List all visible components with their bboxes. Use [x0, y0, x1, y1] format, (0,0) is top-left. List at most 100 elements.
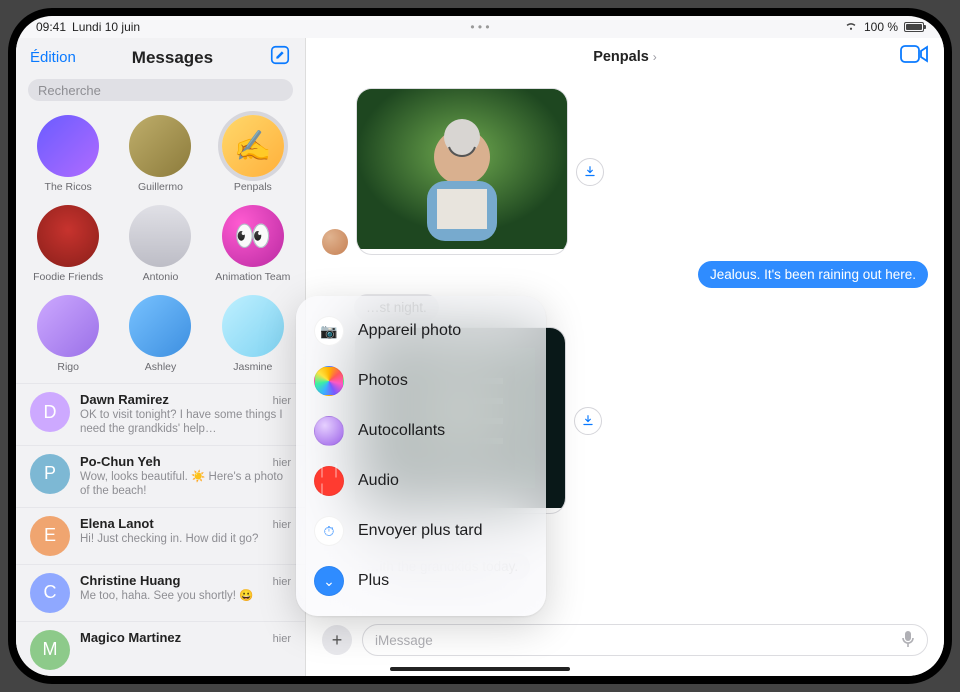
conversation-name: Magico Martinezhier — [80, 630, 291, 645]
pinned-grid: The Ricos Guillermo ✍️ Penpals Foodie Fr… — [16, 109, 305, 383]
multitask-dots[interactable]: • • • — [470, 20, 489, 34]
pinned-avatar — [37, 295, 99, 357]
pinned-label: Ashley — [145, 361, 177, 373]
stickers-icon — [314, 416, 344, 446]
message-incoming-photo[interactable] — [322, 88, 928, 255]
pinned-label: Antonio — [143, 271, 179, 283]
conversation-time: hier — [273, 395, 291, 407]
pinned-avatar — [129, 295, 191, 357]
pinned-avatar — [37, 115, 99, 177]
chat-title: Penpals — [593, 49, 649, 65]
pinned-label: Guillermo — [138, 181, 183, 193]
battery-icon — [904, 22, 924, 32]
attachments-plus-button[interactable]: + — [322, 625, 352, 655]
menu-item-audio[interactable]: ｜｜｜ Audio — [304, 456, 538, 506]
conversation-preview: Me too, haha. See you shortly! 😀 — [80, 589, 291, 603]
conversation-row[interactable]: M Magico Martinezhier — [16, 621, 305, 677]
chat-header[interactable]: Penpals › — [306, 38, 944, 76]
menu-item-stickers[interactable]: Autocollants — [304, 406, 538, 456]
pinned-label: Foodie Friends — [33, 271, 103, 283]
conversation-preview: Hi! Just checking in. How did it go? — [80, 532, 291, 546]
pinned-avatar — [222, 295, 284, 357]
pinned-conversation[interactable]: Rigo — [24, 295, 112, 373]
pinned-conversation[interactable]: Ashley — [116, 295, 204, 373]
facetime-button[interactable] — [900, 44, 928, 69]
pinned-label: The Ricos — [45, 181, 92, 193]
sidebar-title: Messages — [132, 48, 213, 68]
conversation-time: hier — [273, 633, 291, 645]
audio-icon: ｜｜｜ — [314, 466, 344, 496]
pinned-avatar: ✍️ — [222, 115, 284, 177]
list-avatar: D — [30, 392, 70, 432]
chevron-right-icon: › — [653, 50, 657, 64]
pinned-label: Rigo — [57, 361, 79, 373]
menu-item-label: Audio — [358, 472, 399, 490]
attachments-popover: 📷 Appareil photo Photos Autocollants ｜｜｜… — [296, 296, 546, 616]
photos-icon — [314, 366, 344, 396]
conversation-preview: Wow, looks beautiful. ☀️ Here's a photo … — [80, 470, 291, 499]
menu-item-label: Photos — [358, 372, 408, 390]
conversation-row[interactable]: D Dawn Ramirezhier OK to visit tonight? … — [16, 383, 305, 445]
list-avatar: P — [30, 454, 70, 494]
pinned-conversation[interactable]: 👀 Animation Team — [209, 205, 297, 283]
home-indicator[interactable] — [390, 667, 570, 671]
camera-icon: 📷 — [314, 316, 344, 346]
list-avatar: M — [30, 630, 70, 670]
pinned-conversation[interactable]: Foodie Friends — [24, 205, 112, 283]
dictation-icon[interactable] — [901, 630, 915, 651]
pinned-conversation[interactable]: Guillermo — [116, 115, 204, 193]
pinned-conversation[interactable]: ✍️ Penpals — [209, 115, 297, 193]
battery-pct: 100 % — [864, 20, 898, 34]
menu-item-label: Envoyer plus tard — [358, 522, 483, 540]
message-placeholder: iMessage — [375, 633, 433, 648]
pinned-avatar: 👀 — [222, 205, 284, 267]
pinned-conversation[interactable]: The Ricos — [24, 115, 112, 193]
menu-item-label: Appareil photo — [358, 322, 461, 340]
pinned-avatar — [129, 205, 191, 267]
more-icon: ⌄ — [314, 566, 344, 596]
pinned-label: Jasmine — [233, 361, 272, 373]
conversation-row[interactable]: E Elena Lanothier Hi! Just checking in. … — [16, 507, 305, 564]
pinned-avatar — [37, 205, 99, 267]
menu-item-more[interactable]: ⌄ Plus — [304, 556, 538, 606]
pinned-conversation[interactable]: Jasmine — [209, 295, 297, 373]
conversation-preview: OK to visit tonight? I have some things … — [80, 408, 291, 437]
conversation-name: Dawn Ramirezhier — [80, 392, 291, 407]
photo-attachment[interactable] — [356, 88, 568, 255]
save-photo-button[interactable] — [576, 158, 604, 186]
conversation-time: hier — [273, 519, 291, 531]
menu-item-label: Autocollants — [358, 422, 445, 440]
menu-item-camera[interactable]: 📷 Appareil photo — [304, 306, 538, 356]
list-avatar: C — [30, 573, 70, 613]
bubble-outgoing: Jealous. It's been raining out here. — [698, 261, 928, 288]
pinned-label: Penpals — [234, 181, 272, 193]
pinned-conversation[interactable]: Antonio — [116, 205, 204, 283]
conversation-row[interactable]: C Christine Huanghier Me too, haha. See … — [16, 564, 305, 621]
menu-item-send-later[interactable]: ⏱ Envoyer plus tard — [304, 506, 538, 556]
message-input[interactable]: iMessage — [362, 624, 928, 656]
wifi-icon — [844, 20, 858, 34]
menu-item-photos[interactable]: Photos — [304, 356, 538, 406]
conversation-name: Elena Lanothier — [80, 516, 291, 531]
save-photo-button[interactable] — [574, 407, 602, 435]
pinned-avatar — [129, 115, 191, 177]
conversation-name: Po-Chun Yehhier — [80, 454, 291, 469]
conversation-row[interactable]: P Po-Chun Yehhier Wow, looks beautiful. … — [16, 445, 305, 507]
conversation-name: Christine Huanghier — [80, 573, 291, 588]
search-placeholder: Recherche — [38, 83, 101, 98]
device-frame: 09:41 Lundi 10 juin • • • 100 % Édition … — [8, 8, 952, 684]
status-date: Lundi 10 juin — [72, 20, 140, 34]
status-bar: 09:41 Lundi 10 juin • • • 100 % — [16, 16, 944, 38]
sender-avatar[interactable] — [322, 229, 348, 255]
conversation-list: D Dawn Ramirezhier OK to visit tonight? … — [16, 383, 305, 676]
search-input[interactable]: Recherche — [28, 79, 293, 101]
screen: 09:41 Lundi 10 juin • • • 100 % Édition … — [16, 16, 944, 676]
menu-item-label: Plus — [358, 572, 389, 590]
edit-button[interactable]: Édition — [30, 49, 76, 66]
message-outgoing[interactable]: Jealous. It's been raining out here. — [322, 261, 928, 288]
conversation-time: hier — [273, 457, 291, 469]
send-later-icon: ⏱ — [314, 516, 344, 546]
compose-button[interactable] — [269, 44, 291, 71]
pinned-label: Animation Team — [215, 271, 290, 283]
list-avatar: E — [30, 516, 70, 556]
